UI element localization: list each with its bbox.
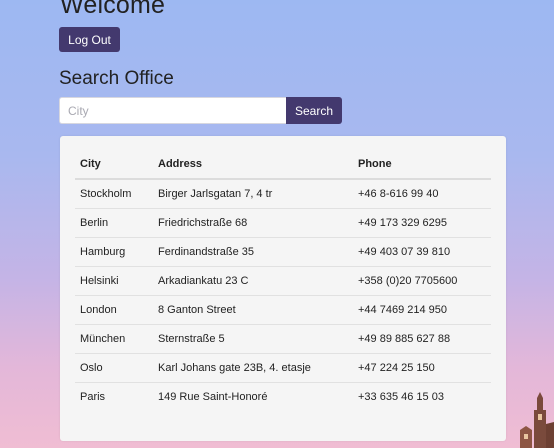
table-row: Stockholm Birger Jarlsgatan 7, 4 tr +46 …: [75, 179, 491, 208]
table-row: Hamburg Ferdinandstraße 35 +49 403 07 39…: [75, 236, 491, 266]
office-results-panel: City Address Phone Stockholm Birger Jarl…: [60, 136, 506, 441]
city-cell: Helsinki: [75, 265, 153, 295]
city-cell: Oslo: [75, 352, 153, 382]
city-cell: Stockholm: [80, 187, 132, 200]
logout-button[interactable]: Log Out: [59, 27, 120, 52]
city-cell: London: [75, 294, 153, 324]
table-row: Oslo Karl Johans gate 23B, 4. etasje +47…: [75, 352, 491, 382]
office-table: City Address Phone Stockholm Birger Jarl…: [75, 150, 491, 411]
city-tower-silhouette: [520, 392, 554, 448]
city-cell: Hamburg: [75, 236, 153, 266]
table-row: Berlin Friedrichstraße 68 +49 173 329 62…: [75, 207, 491, 237]
address-cell: 8 Ganton Street: [153, 294, 353, 324]
table-row: München Sternstraße 5 +49 89 885 627 88: [75, 323, 491, 353]
phone-cell: +49 89 885 627 88: [353, 323, 491, 353]
search-office-heading: Search Office: [59, 68, 174, 89]
city-search-input[interactable]: [59, 97, 287, 124]
search-button[interactable]: Search: [286, 97, 342, 124]
table-row: Helsinki Arkadiankatu 23 C +358 (0)20 77…: [75, 265, 491, 295]
phone-cell: +44 7469 214 950: [353, 294, 491, 324]
table-row: London 8 Ganton Street +44 7469 214 950: [75, 294, 491, 324]
phone-cell: +358 (0)20 7705600: [353, 265, 491, 295]
city-cell: Berlin: [75, 207, 153, 237]
address-cell: Birger Jarlsgatan 7, 4 tr: [158, 187, 273, 200]
column-header-city: City: [75, 150, 153, 180]
address-cell: Friedrichstraße 68: [153, 207, 353, 237]
table-header-row: City Address Phone: [75, 150, 491, 180]
phone-cell: +49 403 07 39 810: [353, 236, 491, 266]
column-header-phone: Phone: [353, 150, 491, 180]
address-cell: Arkadiankatu 23 C: [153, 265, 353, 295]
table-row: Paris 149 Rue Saint-Honoré +33 635 46 15…: [75, 381, 491, 411]
page-title: Welcome: [60, 0, 166, 19]
address-cell: Ferdinandstraße 35: [153, 236, 353, 266]
phone-cell: +33 635 46 15 03: [353, 381, 491, 411]
phone-cell: +47 224 25 150: [353, 352, 491, 382]
phone-cell: +49 173 329 6295: [353, 207, 491, 237]
address-cell: Sternstraße 5: [153, 323, 353, 353]
city-cell: München: [75, 323, 153, 353]
city-cell: Paris: [75, 381, 153, 411]
phone-cell: +46 8-616 99 40: [358, 187, 439, 200]
address-cell: Karl Johans gate 23B, 4. etasje: [153, 352, 353, 382]
address-cell: 149 Rue Saint-Honoré: [153, 381, 353, 411]
column-header-address: Address: [153, 150, 353, 180]
